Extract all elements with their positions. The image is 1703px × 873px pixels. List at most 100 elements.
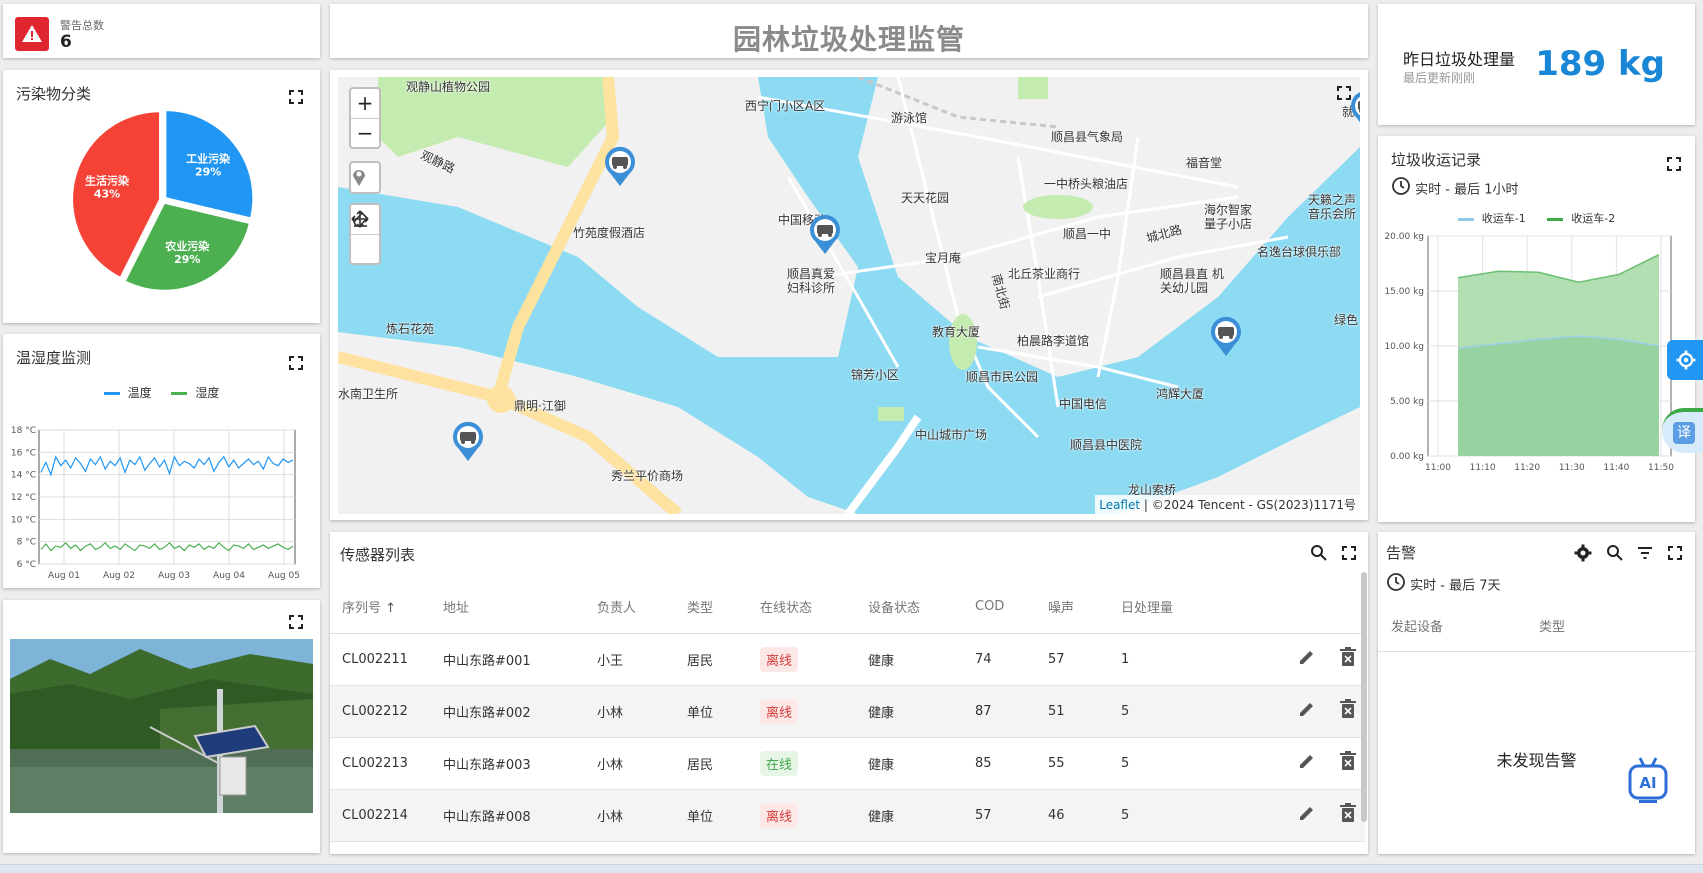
- cell-type: 居民: [675, 633, 748, 686]
- cell-owner: 小林: [585, 685, 675, 738]
- col-online[interactable]: 在线状态: [748, 581, 856, 634]
- series-area[interactable]: [1458, 336, 1659, 456]
- truck-marker[interactable]: [1208, 315, 1244, 357]
- col-noise[interactable]: 噪声: [1036, 581, 1109, 634]
- zoom-out-button[interactable]: −: [351, 118, 379, 147]
- fullscreen-icon[interactable]: [1668, 546, 1682, 560]
- zoom-in-button[interactable]: +: [351, 89, 379, 118]
- col-serial[interactable]: 序列号 ↑: [330, 581, 431, 634]
- map[interactable]: 观静山植物公园 西宁门小区A区 游泳馆 顺昌县气象局 福音堂 一中桥头粮油店 天…: [338, 77, 1360, 514]
- alarm-col-type[interactable]: 类型: [1539, 616, 1565, 635]
- cell-address: 中山东路#001: [431, 633, 585, 686]
- col-device-status[interactable]: 设备状态: [856, 581, 963, 634]
- truck-marker[interactable]: [450, 420, 486, 462]
- table-row[interactable]: CL002211 中山东路#001 小王 居民 离线 健康 74 57 1: [330, 633, 1365, 686]
- table-row[interactable]: CL002213 中山东路#003 小林 居民 在线 健康 85 55 5: [330, 737, 1365, 790]
- sensor-table: 序列号 ↑ 地址 负责人 类型 在线状态 设备状态 COD 噪声 日处理量 CL…: [330, 581, 1365, 842]
- edit-icon[interactable]: [1297, 647, 1317, 671]
- table-scrollbar[interactable]: [1361, 572, 1367, 822]
- cell-device-status: 健康: [856, 789, 963, 842]
- alarm-col-device[interactable]: 发起设备: [1391, 616, 1443, 635]
- pie-value-label: 43%: [94, 188, 120, 201]
- cell-actions: [1255, 737, 1365, 790]
- truck-marker[interactable]: [602, 145, 638, 187]
- x-tick-label: Aug 02: [103, 571, 135, 581]
- edit-icon[interactable]: [1297, 751, 1317, 775]
- search-icon[interactable]: [1310, 544, 1328, 562]
- alarm-count-value: 6: [60, 32, 72, 52]
- ai-assistant-button[interactable]: AI: [1627, 756, 1669, 806]
- col-type[interactable]: 类型: [675, 581, 748, 634]
- search-icon[interactable]: [1606, 544, 1624, 562]
- cell-daily-volume: 1: [1109, 633, 1255, 686]
- map-label: 顺昌市民公园: [966, 370, 1039, 384]
- cell-actions: [1255, 633, 1365, 686]
- eraser-icon[interactable]: [351, 211, 379, 263]
- fullscreen-icon[interactable]: [1342, 546, 1356, 560]
- edit-icon[interactable]: [1297, 803, 1317, 827]
- warning-icon: [15, 17, 49, 51]
- cell-noise: 55: [1036, 737, 1109, 790]
- filter-icon[interactable]: [1636, 544, 1654, 562]
- cell-noise: 46: [1036, 789, 1109, 842]
- series-line[interactable]: [40, 455, 294, 477]
- map-label: 宝月庵: [925, 251, 962, 265]
- cell-online: 离线: [748, 789, 856, 842]
- map-attribution: Leaflet | ©2024 Tencent - GS(2023)1171号: [1095, 495, 1360, 514]
- cell-daily-volume: 5: [1109, 789, 1255, 842]
- cell-type: 单位: [675, 789, 748, 842]
- alarm-title: 告警: [1386, 544, 1417, 562]
- map-label: 西宁门小区A区: [745, 99, 826, 113]
- gear-icon[interactable]: [1574, 544, 1592, 562]
- cell-address: 中山东路#003: [431, 737, 585, 790]
- alarm-count-card: 警告总数 6: [3, 4, 320, 58]
- delete-icon[interactable]: [1339, 803, 1357, 827]
- col-daily-volume[interactable]: 日处理量: [1109, 581, 1255, 634]
- cell-online: 离线: [748, 685, 856, 738]
- ai-assistant-label: AI: [1639, 774, 1657, 792]
- table-row[interactable]: CL002214 中山东路#008 小林 单位 离线 健康 57 46 5: [330, 789, 1365, 842]
- col-cod[interactable]: COD: [963, 581, 1036, 634]
- cell-cod: 87: [963, 685, 1036, 738]
- cell-cod: 57: [963, 789, 1036, 842]
- translate-float-button[interactable]: 译: [1662, 408, 1703, 453]
- y-tick-label: 10.00 kg: [1384, 342, 1424, 352]
- place-marker-icon[interactable]: [351, 163, 379, 192]
- delete-icon[interactable]: [1339, 699, 1357, 723]
- fullscreen-icon[interactable]: [289, 615, 303, 629]
- pie-label: 农业污染: [164, 239, 210, 253]
- leaflet-link[interactable]: Leaflet: [1099, 498, 1140, 512]
- site-photo: [10, 639, 313, 813]
- delete-icon[interactable]: [1339, 647, 1357, 671]
- map-tool-control: [349, 161, 381, 194]
- pie-value-label: 29%: [195, 165, 221, 178]
- delete-icon[interactable]: [1339, 751, 1357, 775]
- x-tick-label: 11:50: [1648, 463, 1674, 473]
- settings-float-button[interactable]: [1667, 340, 1703, 380]
- alarm-count-label: 警告总数: [60, 19, 104, 32]
- map-label: 顺昌县中医院: [1070, 438, 1143, 452]
- cell-device-status: 健康: [856, 685, 963, 738]
- cell-device-status: 健康: [856, 633, 963, 686]
- col-serial-label: 序列号: [342, 601, 382, 617]
- x-tick-label: 11:00: [1425, 463, 1451, 473]
- cell-daily-volume: 5: [1109, 737, 1255, 790]
- map-edit-control: [349, 203, 381, 265]
- series-line[interactable]: [40, 541, 294, 552]
- cell-noise: 51: [1036, 685, 1109, 738]
- cell-serial: CL002213: [330, 737, 431, 790]
- table-row[interactable]: CL002212 中山东路#002 小林 单位 离线 健康 87 51 5: [330, 685, 1365, 738]
- edit-icon[interactable]: [1297, 699, 1317, 723]
- cell-serial: CL002211: [330, 633, 431, 686]
- truck-marker[interactable]: [807, 213, 843, 255]
- y-tick-label: 12 °C: [11, 493, 36, 503]
- map-label: 绿色: [1334, 313, 1359, 327]
- pie-label: 生活污染: [85, 174, 130, 188]
- col-address[interactable]: 地址: [431, 581, 585, 634]
- cell-type: 单位: [675, 685, 748, 738]
- col-owner[interactable]: 负责人: [585, 581, 675, 634]
- attribution-text: | ©2024 Tencent - GS(2023)1171号: [1140, 498, 1356, 512]
- online-status-badge: 离线: [760, 698, 799, 724]
- gear-icon: [1676, 350, 1696, 370]
- fullscreen-icon[interactable]: [1337, 86, 1351, 100]
